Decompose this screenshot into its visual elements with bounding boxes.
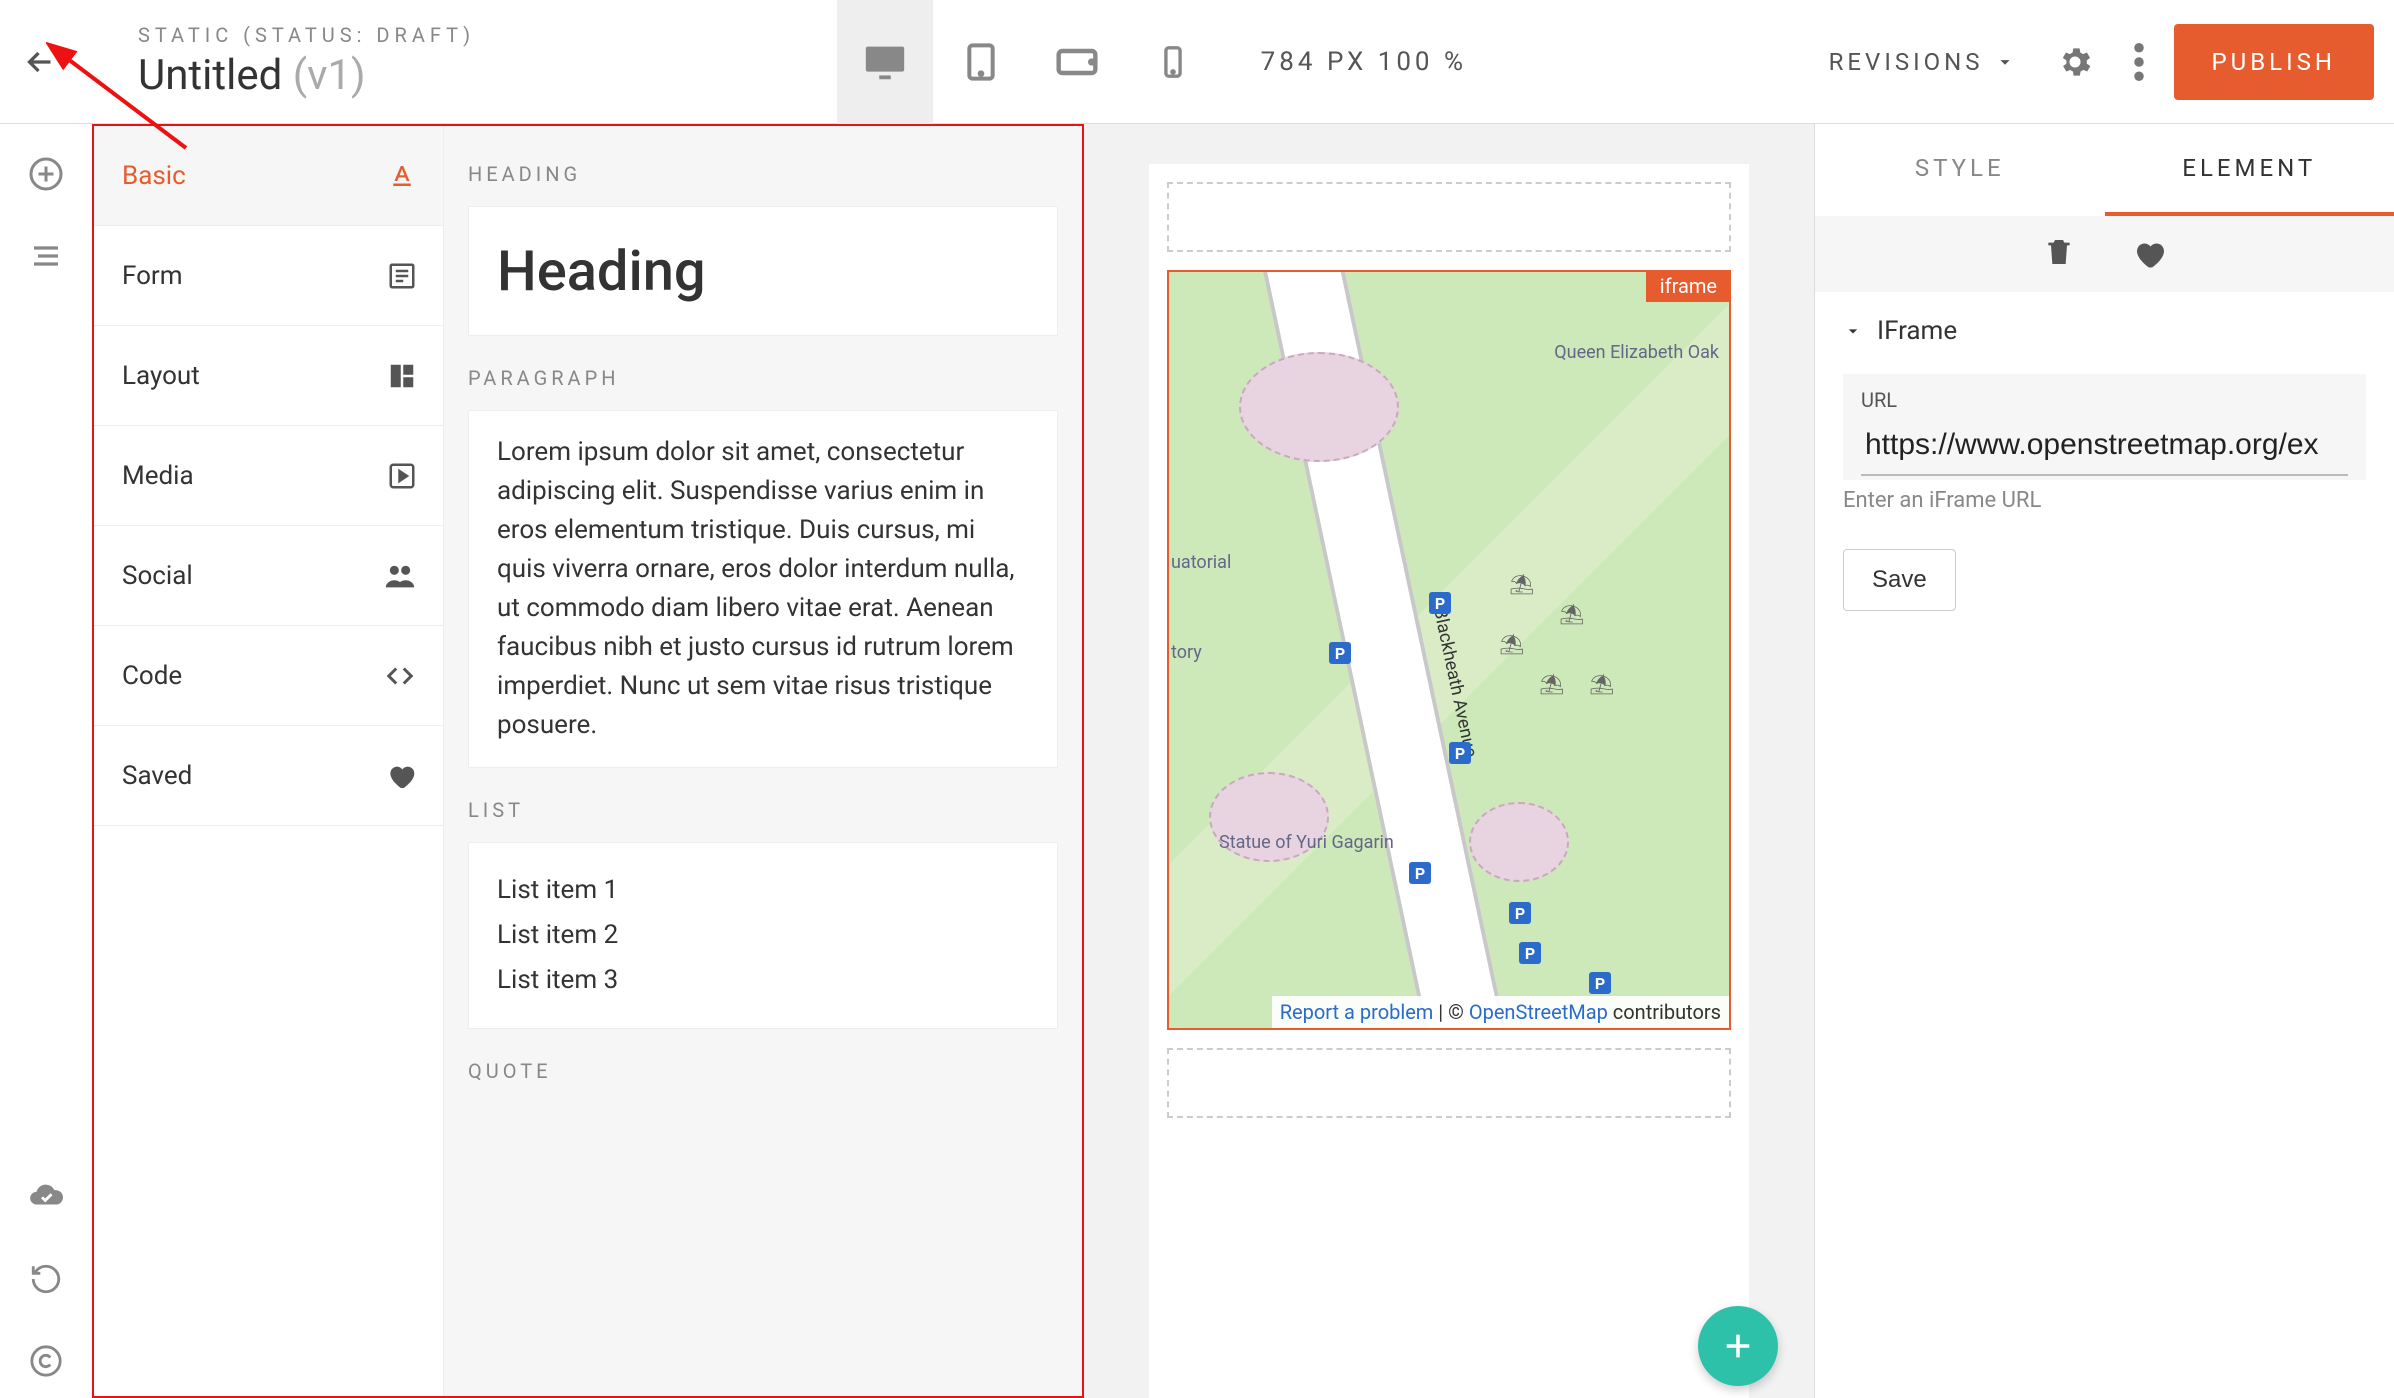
preview-section-heading: HEADING xyxy=(468,162,1058,186)
drop-zone-bottom[interactable] xyxy=(1167,1048,1731,1118)
category-social[interactable]: Social xyxy=(94,526,443,626)
heart-icon xyxy=(385,760,417,792)
map-poi-statue: Statue of Yuri Gagarin xyxy=(1219,832,1394,854)
delete-icon[interactable] xyxy=(2043,236,2075,272)
page-canvas[interactable]: iframe Blackheath Avenue Queen Elizabeth… xyxy=(1149,164,1749,1398)
map-attribution: Report a problem | © OpenStreetMap contr… xyxy=(1272,996,1729,1028)
history-icon[interactable] xyxy=(29,1262,63,1296)
favorite-icon[interactable] xyxy=(2131,236,2167,272)
preview-section-paragraph: PARAGRAPH xyxy=(468,366,1058,390)
category-label: Media xyxy=(122,461,194,491)
list-item: List item 2 xyxy=(497,916,1029,955)
add-element-icon[interactable] xyxy=(28,156,64,192)
map-parking-icon: P xyxy=(1519,942,1541,964)
code-icon xyxy=(383,661,417,691)
map-poi-oak: Queen Elizabeth Oak xyxy=(1554,342,1719,364)
collapse-title: IFrame xyxy=(1877,316,1957,346)
text-style-icon xyxy=(387,161,417,191)
selected-element-tag: iframe xyxy=(1646,270,1731,302)
media-icon xyxy=(387,461,417,491)
preview-paragraph-block[interactable]: Lorem ipsum dolor sit amet, consectetur … xyxy=(468,410,1058,768)
revisions-label: REVISIONS xyxy=(1829,48,1984,76)
map-poi-uatorial: uatorial xyxy=(1171,552,1231,574)
map-building-3 xyxy=(1469,802,1569,882)
tab-element[interactable]: ELEMENT xyxy=(2105,124,2394,216)
category-label: Social xyxy=(122,561,193,591)
category-label: Basic xyxy=(122,161,186,191)
form-icon xyxy=(387,261,417,291)
map-poi-tory: tory xyxy=(1171,642,1202,664)
drop-zone-top[interactable] xyxy=(1167,182,1731,252)
map-picnic-icon: ⛱ xyxy=(1589,672,1614,696)
iframe-collapse-header[interactable]: IFrame xyxy=(1843,316,2366,346)
map-parking-icon: P xyxy=(1509,902,1531,924)
map-parking-icon: P xyxy=(1409,862,1431,884)
tab-style[interactable]: STYLE xyxy=(1815,124,2105,216)
preview-list-block[interactable]: List item 1 List item 2 List item 3 xyxy=(468,842,1058,1029)
map-picnic-icon: ⛱ xyxy=(1509,572,1534,596)
category-label: Saved xyxy=(122,761,192,791)
map-picnic-icon: ⛱ xyxy=(1499,632,1524,656)
page-status: STATIC (STATUS: DRAFT) xyxy=(138,23,475,47)
category-saved[interactable]: Saved xyxy=(94,726,443,826)
copyright-icon[interactable] xyxy=(29,1344,63,1378)
category-code[interactable]: Code xyxy=(94,626,443,726)
people-icon xyxy=(383,561,417,591)
map-osm-link[interactable]: OpenStreetMap xyxy=(1469,1000,1608,1024)
category-media[interactable]: Media xyxy=(94,426,443,526)
gear-icon[interactable] xyxy=(2056,43,2094,81)
url-help-text: Enter an iFrame URL xyxy=(1843,488,2366,513)
revisions-menu[interactable]: REVISIONS xyxy=(1829,48,2016,76)
url-input[interactable] xyxy=(1861,416,2348,476)
map-parking-icon: P xyxy=(1589,972,1611,994)
page-title-text: Untitled xyxy=(138,51,282,100)
device-phone-button[interactable] xyxy=(1125,0,1221,124)
preview-section-list: LIST xyxy=(468,798,1058,822)
page-title[interactable]: Untitled (v1) xyxy=(138,51,475,100)
elements-panel: Basic Form Layout Media Social Code Saved HEAD… xyxy=(92,124,1084,1398)
map-building-1 xyxy=(1239,352,1399,462)
category-label: Form xyxy=(122,261,183,291)
device-tablet-portrait-button[interactable] xyxy=(933,0,1029,124)
publish-button[interactable]: PUBLISH xyxy=(2174,24,2374,100)
list-item: List item 3 xyxy=(497,961,1029,1000)
more-menu-icon[interactable] xyxy=(2134,43,2144,81)
device-desktop-button[interactable] xyxy=(837,0,933,124)
outline-icon[interactable] xyxy=(30,240,62,272)
page-version: (v1) xyxy=(293,51,366,100)
save-button[interactable]: Save xyxy=(1843,549,1956,611)
category-basic[interactable]: Basic xyxy=(94,126,443,226)
list-item: List item 1 xyxy=(497,871,1029,910)
add-fab-button[interactable] xyxy=(1698,1306,1778,1386)
cloud-sync-icon[interactable] xyxy=(27,1176,65,1214)
category-label: Code xyxy=(122,661,182,691)
iframe-element-selected[interactable]: iframe Blackheath Avenue Queen Elizabeth… xyxy=(1167,270,1731,1030)
layout-icon xyxy=(387,361,417,391)
map-report-link[interactable]: Report a problem xyxy=(1280,1000,1434,1024)
url-field-label: URL xyxy=(1861,388,2348,412)
category-layout[interactable]: Layout xyxy=(94,326,443,426)
preview-heading-block[interactable]: Heading xyxy=(468,206,1058,336)
category-form[interactable]: Form xyxy=(94,226,443,326)
map-parking-icon: P xyxy=(1449,742,1471,764)
back-button[interactable] xyxy=(20,42,60,82)
map-parking-icon: P xyxy=(1329,642,1351,664)
chevron-down-icon xyxy=(1843,321,1863,341)
map-parking-icon: P xyxy=(1429,592,1451,614)
canvas-dimensions: 784 PX 100 % xyxy=(1261,0,1467,124)
preview-section-quote: QUOTE xyxy=(468,1059,1058,1083)
map-picnic-icon: ⛱ xyxy=(1559,602,1584,626)
device-tablet-landscape-button[interactable] xyxy=(1029,0,1125,124)
category-label: Layout xyxy=(122,361,200,391)
map-picnic-icon: ⛱ xyxy=(1539,672,1564,696)
